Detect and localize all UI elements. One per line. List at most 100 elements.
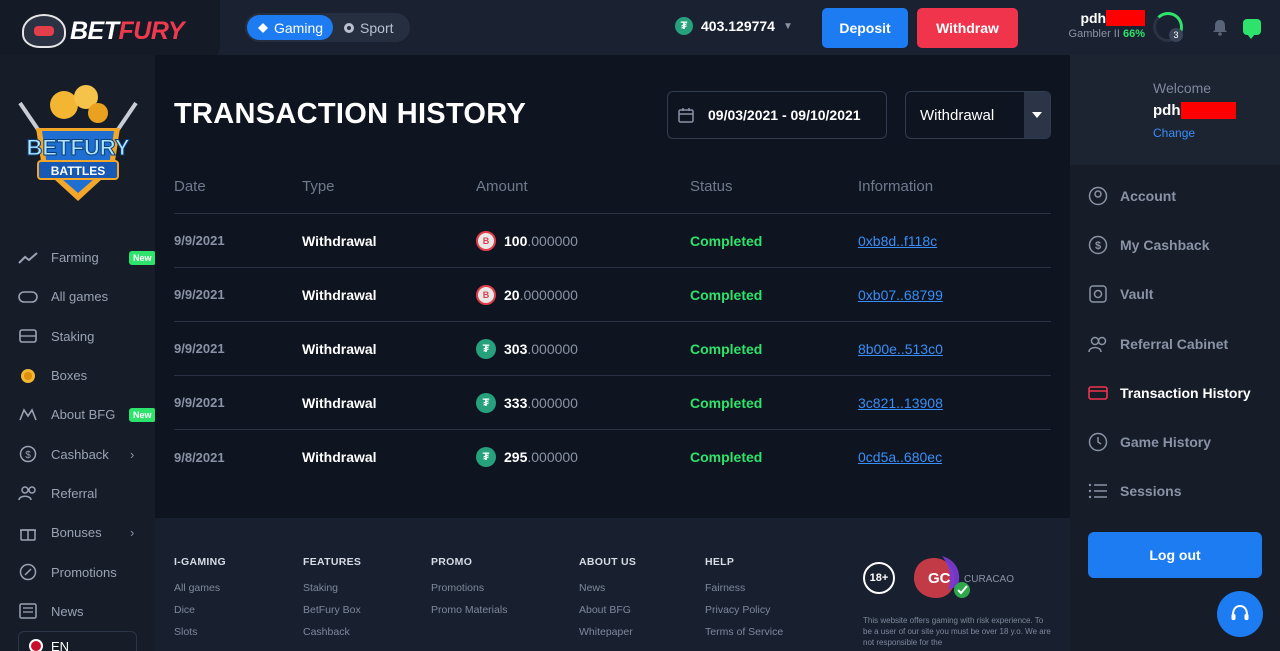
sidebar-item-promotions[interactable]: Promotions [0, 552, 155, 591]
row-tx-link[interactable]: 0xb07..68799 [858, 287, 1048, 303]
language-selector[interactable]: EN [18, 631, 137, 651]
table-row: 9/8/2021 Withdrawal ₮ 295.000000 Complete… [174, 430, 1051, 484]
usdt-coin-icon: ₮ [476, 338, 496, 359]
account-panel: Welcome pdh h0BIT Change Account $ My Cas… [1070, 55, 1280, 651]
footer-link[interactable]: Whitepaper [579, 626, 636, 638]
account-item-my-cashback[interactable]: $ My Cashback [1070, 220, 1280, 269]
footer-link[interactable]: Dice [174, 604, 226, 616]
withdraw-button[interactable]: Withdraw [917, 8, 1018, 48]
chat-icon[interactable] [1243, 19, 1261, 39]
type-filter-select[interactable]: Withdrawal [905, 91, 1051, 139]
age-restriction-badge: 18+ [863, 562, 895, 594]
brand-logo[interactable]: BETFURY [0, 0, 220, 62]
footer-link[interactable]: Privacy Policy [705, 604, 783, 616]
account-item-sessions[interactable]: Sessions [1070, 467, 1280, 516]
gift-icon [18, 523, 38, 543]
footer-heading: ABOUT US [579, 556, 637, 568]
account-item-label: Game History [1120, 434, 1212, 451]
sidebar-item-boxes[interactable]: Boxes [0, 356, 155, 395]
sidebar-item-about-bfg[interactable]: About BFG New [0, 395, 156, 434]
mode-gaming-button[interactable]: Gaming [247, 15, 334, 40]
mode-sport-button[interactable]: Sport [333, 15, 403, 40]
dollar-circle-icon: $ [1088, 235, 1108, 255]
mode-toggle: Gaming Sport [245, 13, 410, 42]
footer-link[interactable]: All games [174, 582, 226, 594]
row-tx-link[interactable]: 3c821..13908 [858, 395, 1048, 411]
footer-heading: I-GAMING [174, 556, 226, 568]
sidebar-item-farming[interactable]: Farming New [0, 238, 156, 277]
sidebar-item-bonuses[interactable]: Bonuses › [0, 513, 155, 552]
footer-link[interactable]: BetFury Box [303, 604, 361, 616]
language-label: EN [51, 638, 70, 651]
sidebar-item-referral[interactable]: Referral [0, 474, 155, 513]
deposit-button[interactable]: Deposit [822, 8, 908, 48]
support-headset-icon[interactable] [1217, 591, 1263, 637]
left-sidebar: BETFURY BATTLES Farming New All games St… [0, 55, 156, 651]
sidebar-item-staking[interactable]: Staking [0, 317, 155, 356]
account-item-game-history[interactable]: Game History [1070, 417, 1280, 466]
footer-link[interactable]: News [579, 582, 636, 594]
balance-selector[interactable]: ₮ 403.129774 ▼ [675, 17, 793, 35]
row-amount-int: 100 [504, 232, 528, 249]
list-icon [1088, 481, 1108, 501]
footer-link[interactable]: Slots [174, 626, 226, 638]
sidebar-item-cashback[interactable]: $ Cashback › [0, 434, 155, 473]
row-amount-int: 295 [504, 449, 528, 465]
footer-link[interactable]: Staking [303, 582, 361, 594]
row-tx-link[interactable]: 8b00e..513c0 [858, 341, 1048, 357]
footer-disclaimer: This website offers gaming with risk exp… [863, 616, 1051, 648]
sidebar-item-news[interactable]: News [0, 592, 155, 631]
sidebar-item-all-games[interactable]: All games [0, 277, 155, 316]
bell-icon[interactable] [1211, 18, 1229, 36]
bfg-coin-icon: B [476, 284, 496, 305]
welcome-box: Welcome pdh h0BIT Change [1070, 55, 1280, 165]
table-row: 9/9/2021 Withdrawal B 100.000000 Complete… [174, 214, 1051, 268]
row-type: Withdrawal [302, 394, 377, 411]
account-item-transaction-history[interactable]: Transaction History [1070, 368, 1280, 417]
footer-link[interactable]: Promo Materials [431, 604, 507, 616]
footer-link[interactable]: Fairness [705, 582, 783, 594]
account-item-account[interactable]: Account [1070, 171, 1280, 220]
bfg-icon [18, 405, 38, 425]
mode-gaming-label: Gaming [274, 19, 324, 36]
date-range-picker[interactable]: 09/03/2021 - 09/10/2021 [667, 91, 887, 139]
raccoon-logo-icon [22, 14, 66, 48]
change-account-link[interactable]: Change [1153, 126, 1195, 140]
transactions-table: Date Type Amount Status Information 9/9/… [174, 159, 1051, 484]
footer-link[interactable]: About BFG [579, 604, 636, 616]
row-type: Withdrawal [302, 340, 377, 357]
account-item-referral-cabinet[interactable]: Referral Cabinet [1070, 319, 1280, 368]
row-type: Withdrawal [302, 232, 377, 249]
row-status: Completed [690, 340, 763, 357]
account-item-label: My Cashback [1120, 236, 1210, 253]
row-tx-link[interactable]: 0xb8d..f118c [858, 233, 1048, 249]
caret-down-icon [1024, 92, 1050, 138]
table-row: 9/9/2021 Withdrawal ₮ 303.000000 Complete… [174, 322, 1051, 376]
curacao-license-logo[interactable]: GC CURACAO [912, 554, 1027, 602]
account-item-label: Transaction History [1120, 384, 1251, 401]
gamepad-icon [257, 22, 269, 34]
row-status: Completed [690, 286, 763, 303]
user-profile[interactable]: pdh h0BIT Gambler II 66% [1060, 10, 1145, 40]
footer-link[interactable]: Promotions [431, 582, 507, 594]
sidebar-item-label: Farming [51, 250, 99, 266]
footer-link[interactable]: Cashback [303, 626, 361, 638]
sidebar-item-label: Cashback [51, 446, 109, 462]
ball-icon [343, 22, 355, 34]
footer-link[interactable]: Terms of Service [705, 626, 783, 638]
account-item-vault[interactable]: Vault [1070, 270, 1280, 319]
table-row: 9/9/2021 Withdrawal ₮ 333.000000 Complete… [174, 376, 1051, 430]
type-filter-value: Withdrawal [920, 106, 995, 124]
gamepad-icon [18, 287, 38, 307]
svg-text:$: $ [25, 450, 31, 461]
wallet-icon [1088, 383, 1108, 403]
betfury-battles-banner[interactable]: BETFURY BATTLES [14, 83, 142, 211]
username-redacted: h0BIT [1106, 10, 1145, 26]
sidebar-item-label: All games [51, 289, 109, 305]
table-header: Date Type Amount Status Information [174, 159, 1051, 214]
logout-button[interactable]: Log out [1088, 532, 1262, 578]
sidebar-item-label: Promotions [51, 564, 117, 580]
table-row: 9/9/2021 Withdrawal B 20.0000000 Complete… [174, 268, 1051, 322]
banner-line2: BATTLES [51, 164, 105, 178]
row-tx-link[interactable]: 0cd5a..680ec [858, 449, 1048, 465]
